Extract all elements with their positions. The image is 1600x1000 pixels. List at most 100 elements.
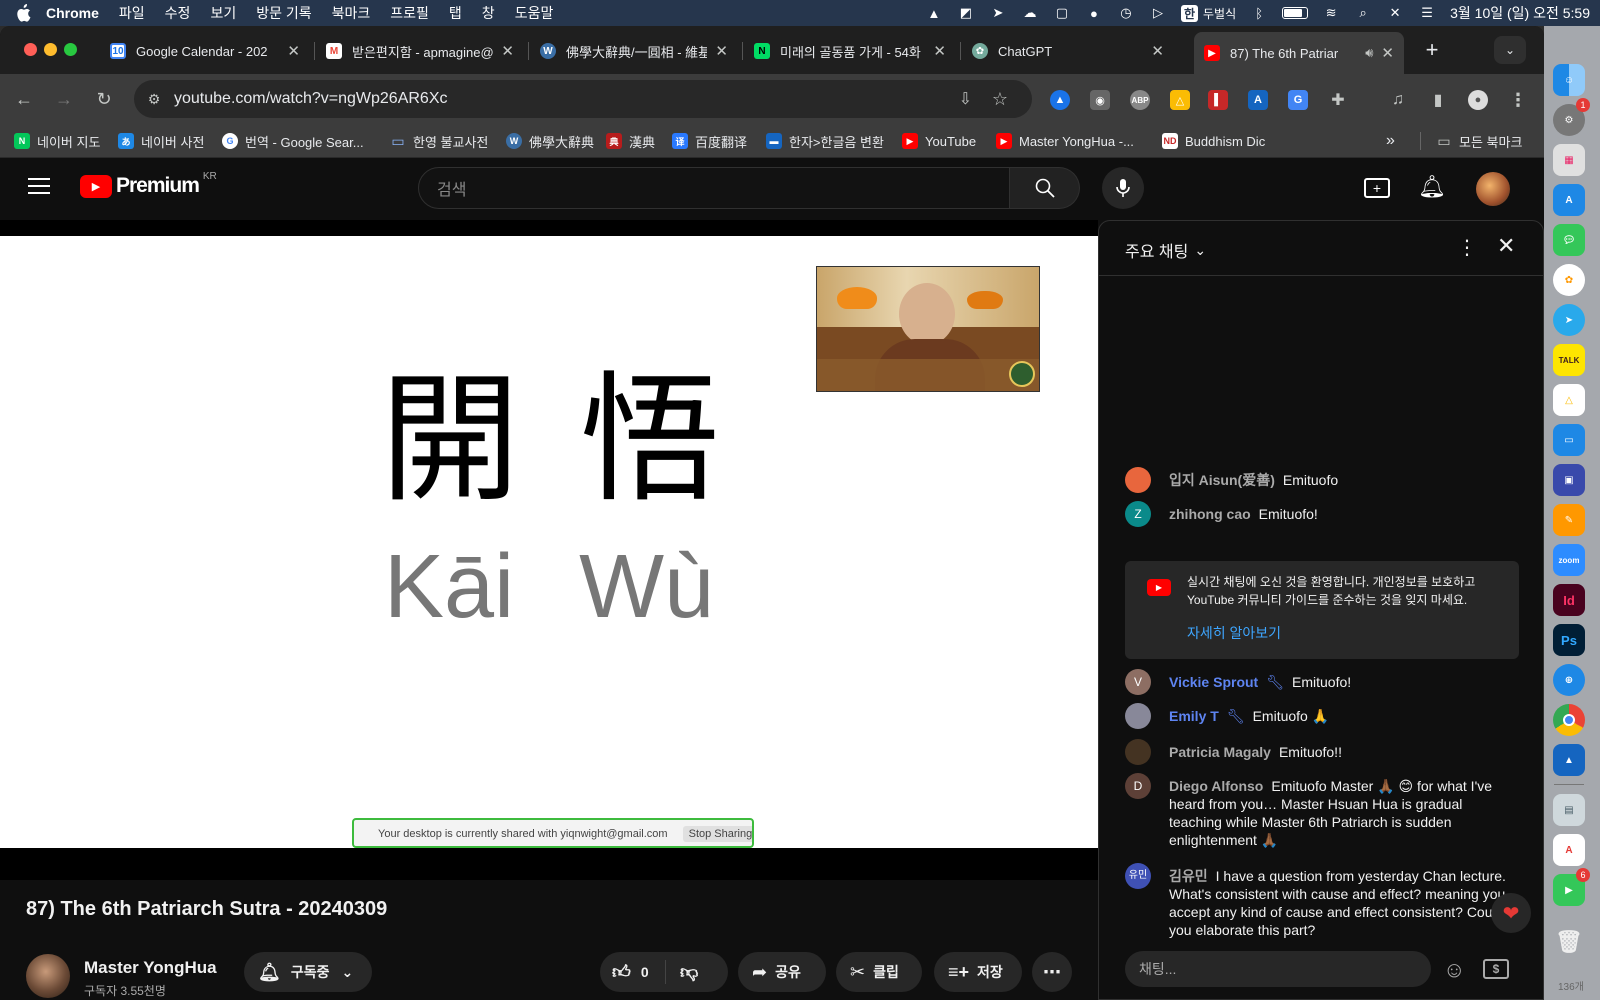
tab-wiki[interactable]: W 佛學大辭典/一圓相 - 維基 ✕ <box>530 34 738 68</box>
more-actions-button[interactable]: ⋯ <box>1032 952 1072 992</box>
menu-file[interactable]: 파일 <box>119 3 145 23</box>
dislike-button[interactable]: 👎︎ <box>666 961 698 983</box>
account-avatar[interactable] <box>1476 172 1510 206</box>
site-info-icon[interactable]: ⚙ <box>134 91 174 108</box>
super-chat-icon[interactable]: $ <box>1483 959 1509 979</box>
channel-name[interactable]: Master YongHua <box>84 958 217 978</box>
zoom-window-button[interactable] <box>64 43 77 56</box>
tab-chatgpt[interactable]: ✿ ChatGPT ✕ <box>962 34 1174 68</box>
menu-window[interactable]: 창 <box>482 3 495 23</box>
bookmark-star-icon[interactable]: ☆ <box>992 89 1008 110</box>
chat-mode-dropdown[interactable]: 주요 채팅 ⌄ <box>1125 238 1206 262</box>
share-button[interactable]: ➦ 공유 <box>738 952 826 992</box>
trash-icon[interactable]: 🗑︎ <box>1553 926 1585 958</box>
address-bar[interactable]: ⚙ youtube.com/watch?v=ngWp26AR6Xc ⇩ ☆ <box>134 80 1032 118</box>
search-input[interactable]: 검색 <box>418 167 1010 209</box>
zoom-icon[interactable]: zoom <box>1553 544 1585 576</box>
create-video-icon[interactable]: + <box>1364 178 1390 198</box>
google-drive-icon[interactable]: △ <box>1170 90 1190 110</box>
side-panel-icon[interactable]: ▮ <box>1428 90 1448 110</box>
close-tab-icon[interactable]: ✕ <box>715 42 728 60</box>
install-app-icon[interactable]: ⇩ <box>959 89 972 109</box>
bookmark-folder-buddhist-dict[interactable]: ▭ 한영 불교사전 <box>390 131 488 151</box>
close-tab-icon[interactable]: ✕ <box>1151 42 1164 60</box>
chat-author-moderator[interactable]: Emily T <box>1169 708 1219 724</box>
adblock-icon[interactable]: ABP <box>1130 90 1150 110</box>
kakaotalk-icon[interactable]: TALK <box>1553 344 1585 376</box>
menu-edit[interactable]: 수정 <box>165 3 191 23</box>
learn-more-link[interactable]: 자세히 알아보기 <box>1187 623 1281 643</box>
close-tab-icon[interactable]: ✕ <box>287 42 300 60</box>
messages-icon[interactable]: 💬︎ <box>1553 224 1585 256</box>
menu-tab[interactable]: 탭 <box>449 3 462 23</box>
spotlight-icon[interactable]: ⌕ <box>1354 4 1372 22</box>
chrome-icon[interactable] <box>1553 704 1585 736</box>
search-button[interactable] <box>1010 167 1080 209</box>
time-machine-icon[interactable]: ◷ <box>1117 4 1135 22</box>
telegram-icon[interactable]: ➤ <box>1553 304 1585 336</box>
bookmark-baidu-translate[interactable]: 译百度翻译 <box>672 131 747 151</box>
chrome-menu-icon[interactable]: ⋮ <box>1508 90 1528 110</box>
forward-icon[interactable]: → <box>52 87 76 111</box>
chat-author[interactable]: zhihong cao <box>1169 506 1251 522</box>
chat-author[interactable]: 김유민 <box>1169 868 1208 884</box>
audio-playing-icon[interactable]: 🔊︎ <box>1365 45 1373 61</box>
bookmark-youtube[interactable]: ▶ YouTube <box>902 131 976 151</box>
safari-icon[interactable]: ⊕ <box>1553 664 1585 696</box>
hamburger-menu-icon[interactable] <box>28 178 50 194</box>
menu-profile[interactable]: 프로필 <box>390 3 429 23</box>
image-capture-icon[interactable]: ▣ <box>1553 464 1585 496</box>
voice-search-button[interactable] <box>1102 167 1144 209</box>
app-store-icon[interactable]: A <box>1553 184 1585 216</box>
bookmark-zdic[interactable]: 典漢典 <box>606 131 655 151</box>
input-source[interactable]: 한 두벌식 <box>1180 4 1236 22</box>
menu-app-name[interactable]: Chrome <box>46 5 99 21</box>
cloud-alert-icon[interactable]: ☁ <box>1021 4 1039 22</box>
emoji-picker-icon[interactable]: ☺ <box>1443 957 1465 983</box>
keynote-icon[interactable]: ▭ <box>1553 424 1585 456</box>
bookmark-master-yonghua[interactable]: ▶ Master YongHua -... <box>996 131 1134 151</box>
youtube-premium-logo[interactable]: ▶ Premium KR <box>80 171 217 198</box>
menu-history[interactable]: 방문 기록 <box>256 3 311 23</box>
mute-icon[interactable]: ✕ <box>1386 4 1404 22</box>
bookmark-naver-map[interactable]: N 네이버 지도 <box>14 131 100 151</box>
tab-youtube-active[interactable]: ▶ 87) The 6th Patriar 🔊︎ ✕ <box>1194 32 1404 74</box>
tab-google-calendar[interactable]: 10 Google Calendar - 202 ✕ <box>100 34 310 68</box>
menu-bookmarks[interactable]: 북마크 <box>332 3 371 23</box>
bookmark-google-translate[interactable]: G 번역 - Google Sear... <box>222 131 364 151</box>
bookmark-buddhism-dic[interactable]: ND Buddhism Dic <box>1162 131 1265 151</box>
video-player[interactable]: 開悟 Kāi Wù Your desktop is currently shar… <box>0 220 1098 880</box>
new-tab-button[interactable]: + <box>1418 36 1446 64</box>
reload-icon[interactable]: ↻ <box>92 87 116 111</box>
wifi-icon[interactable]: ≋ <box>1322 4 1340 22</box>
close-tab-icon[interactable]: ✕ <box>1381 44 1394 62</box>
close-chat-icon[interactable]: ✕ <box>1497 233 1515 259</box>
chat-more-options-icon[interactable]: ⋮ <box>1457 235 1477 260</box>
chat-author[interactable]: Patricia Magaly <box>1169 744 1271 760</box>
screen-icon[interactable]: ▢ <box>1053 4 1071 22</box>
google-drive-icon[interactable]: △ <box>1553 384 1585 416</box>
camera-extension-icon[interactable]: ◉ <box>1090 90 1110 110</box>
menu-view[interactable]: 보기 <box>210 3 236 23</box>
photoshop-icon[interactable]: Ps <box>1553 624 1585 656</box>
dictionary-a-icon[interactable]: A <box>1248 90 1268 110</box>
vpn-icon[interactable]: ▲ <box>925 4 943 22</box>
vpn-app-icon[interactable]: ▲ <box>1553 744 1585 776</box>
close-window-button[interactable] <box>24 43 37 56</box>
all-bookmarks-folder[interactable]: ▭ 모든 북마크 <box>1436 131 1522 151</box>
play-circle-icon[interactable]: ▷ <box>1149 4 1167 22</box>
preview-icon[interactable]: ▤ <box>1553 794 1585 826</box>
notifications-bell-icon[interactable]: 🔔︎ <box>1418 174 1446 200</box>
clip-button[interactable]: ✂ 클립 <box>836 952 922 992</box>
chat-author-moderator[interactable]: Vickie Sprout <box>1169 674 1258 690</box>
bookmark-naver-dict[interactable]: あ 네이버 사전 <box>118 131 204 151</box>
heart-reaction-button[interactable]: ❤ <box>1491 893 1531 933</box>
photos-icon[interactable]: ✿ <box>1553 264 1585 296</box>
bookmark-hanja-converter[interactable]: ▬ 한자>한글음 변환 <box>766 131 884 151</box>
chat-author[interactable]: 입지 Aisun(爱善) <box>1169 472 1275 488</box>
channel-avatar[interactable] <box>26 954 70 998</box>
menu-help[interactable]: 도움말 <box>515 3 554 23</box>
close-tab-icon[interactable]: ✕ <box>933 42 946 60</box>
control-center-icon[interactable]: ☰ <box>1418 4 1436 22</box>
tab-gmail[interactable]: M 받은편지함 - apmagine@ ✕ <box>316 34 524 68</box>
